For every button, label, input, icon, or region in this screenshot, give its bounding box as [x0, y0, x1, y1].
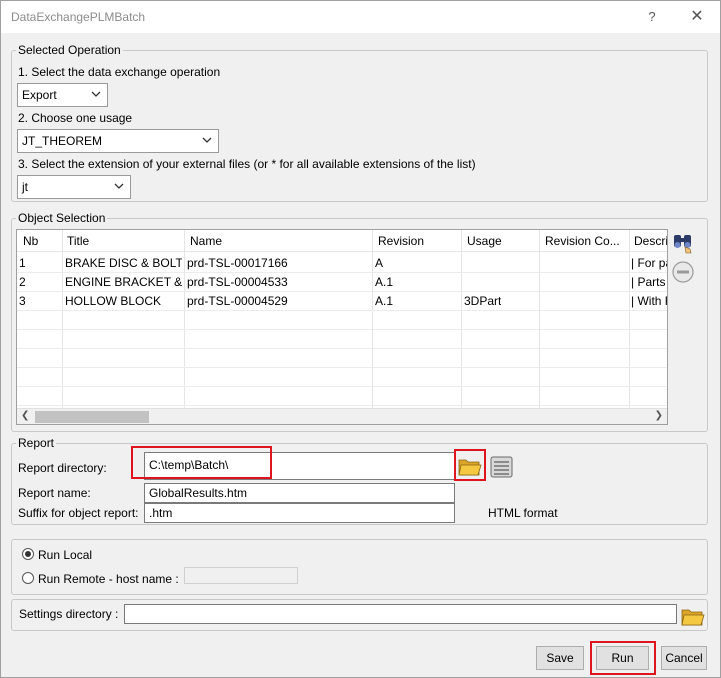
cell-revision: A [375, 256, 384, 270]
remove-icon [672, 261, 694, 283]
scroll-left-icon[interactable]: ❮ [21, 410, 29, 421]
cell-title: HOLLOW BLOCK [65, 294, 162, 308]
save-button[interactable]: Save [536, 646, 584, 670]
cell-nb: 2 [19, 275, 26, 289]
cell-title: ENGINE BRACKET & ... [65, 275, 182, 289]
search-objects-button[interactable] [671, 230, 695, 254]
horizontal-scrollbar[interactable]: ❮ ❯ [17, 408, 667, 424]
help-button[interactable]: ? [642, 7, 662, 27]
cell-description: | Parts v [631, 275, 667, 289]
scrollbar-thumb[interactable] [35, 411, 149, 423]
report-format-label: HTML format [488, 506, 558, 520]
run-remote-label[interactable]: Run Remote - host name : [38, 572, 179, 586]
report-name-field[interactable]: GlobalResults.htm [144, 483, 455, 503]
selected-operation-legend: Selected Operation [16, 43, 123, 57]
chevron-down-icon [114, 183, 124, 189]
operation-select-value: Export [22, 88, 57, 102]
table-header: Nb Title Name Revision Usage Revision Co… [17, 230, 667, 252]
report-name-label: Report name: [18, 486, 91, 500]
extension-select[interactable]: jt [17, 175, 131, 199]
column-header[interactable]: Revision Co... [545, 234, 629, 248]
cell-name: prd-TSL-00017166 [187, 256, 288, 270]
scroll-right-icon[interactable]: ❯ [655, 410, 663, 421]
chevron-down-icon [91, 91, 101, 97]
binoculars-icon [674, 235, 692, 254]
close-button[interactable]: ✕ [687, 7, 707, 27]
report-directory-label: Report directory: [18, 461, 107, 475]
highlight-box [454, 449, 486, 481]
column-header[interactable]: Usage [467, 234, 502, 248]
report-list-icon [490, 456, 513, 478]
usage-label: 2. Choose one usage [18, 111, 133, 125]
cell-title: BRAKE DISC & BOLTS [65, 256, 182, 270]
operation-label: 1. Select the data exchange operation [18, 65, 221, 79]
chevron-down-icon [202, 137, 212, 143]
cell-description: | For pa [631, 256, 667, 270]
highlight-box [131, 446, 272, 479]
cell-revision: A.1 [375, 275, 394, 289]
run-remote-radio[interactable] [22, 572, 34, 584]
column-header[interactable]: Title [67, 234, 89, 248]
suffix-label: Suffix for object report: [18, 506, 139, 520]
folder-open-icon [681, 609, 705, 626]
usage-select[interactable]: JT_THEOREM [17, 129, 219, 153]
open-report-button[interactable] [488, 454, 515, 480]
browse-settings-directory-button[interactable] [680, 604, 706, 628]
settings-directory-field[interactable] [124, 604, 677, 624]
host-name-field[interactable] [184, 567, 298, 584]
remove-objects-button[interactable] [671, 260, 695, 284]
column-header[interactable]: Name [190, 234, 222, 248]
object-selection-legend: Object Selection [16, 211, 108, 225]
dialog-window: DataExchangePLMBatch ? ✕ Selected Operat… [0, 0, 721, 678]
run-local-radio[interactable] [22, 548, 34, 560]
settings-directory-label: Settings directory : [19, 607, 119, 621]
highlight-box [590, 641, 656, 675]
column-header[interactable]: Nb [23, 234, 38, 248]
object-table: Nb Title Name Revision Usage Revision Co… [16, 229, 668, 425]
suffix-field[interactable]: .htm [144, 503, 455, 523]
report-legend: Report [16, 436, 57, 450]
cell-name: prd-TSL-00004529 [187, 294, 288, 308]
cell-nb: 1 [19, 256, 26, 270]
cancel-button[interactable]: Cancel [661, 646, 707, 670]
extension-select-value: jt [22, 180, 28, 194]
extension-label: 3. Select the extension of your external… [18, 157, 476, 171]
run-local-label[interactable]: Run Local [38, 548, 92, 562]
cell-usage: 3DPart [464, 294, 502, 308]
cell-description: | With F [631, 294, 667, 308]
run-mode-group [11, 539, 708, 595]
cell-nb: 3 [19, 294, 26, 308]
column-header[interactable]: Revision [378, 234, 424, 248]
title-bar: DataExchangePLMBatch ? ✕ [1, 1, 720, 33]
cell-name: prd-TSL-00004533 [187, 275, 288, 289]
column-header[interactable]: Descri [634, 234, 667, 248]
usage-select-value: JT_THEOREM [22, 134, 103, 148]
window-title: DataExchangePLMBatch [11, 10, 146, 24]
operation-select[interactable]: Export [17, 83, 108, 107]
cell-revision: A.1 [375, 294, 394, 308]
